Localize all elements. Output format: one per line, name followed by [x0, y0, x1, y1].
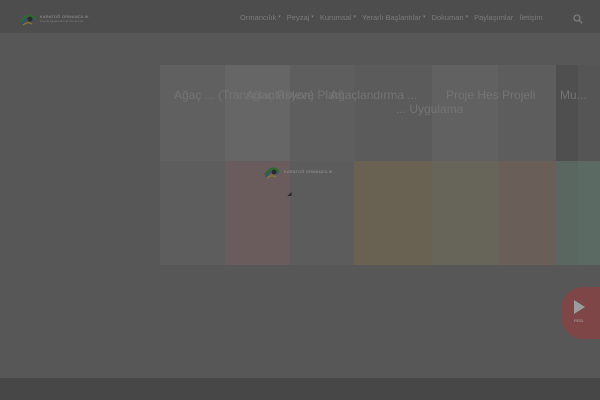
panel-image-bottom	[556, 161, 578, 265]
gallery-title-4: ... Uygulama	[396, 102, 464, 116]
main-nav: Ormancılık ▾ Peyzaj ▾ Kurumsal ▾ Yerarlı Ba…	[240, 11, 549, 23]
nav-item-kurumsal[interactable]: Kurumsal ▾	[320, 13, 356, 22]
caret-down-icon: ▾	[465, 14, 469, 20]
hero-brand-name: KARATOĞ ORMANCILIK	[284, 169, 333, 174]
project-gallery: Ağaç ... (Transplantasyon) Ağaç Röleve P…	[160, 65, 600, 265]
nav-label: Peyzaj	[286, 12, 310, 22]
caret-down-icon: ▾	[311, 14, 314, 20]
panel-image-bottom	[354, 161, 432, 265]
play-label: REEL	[574, 318, 585, 323]
panel-image-bottom	[498, 161, 556, 265]
nav-item-dokuman[interactable]: Dokuman ▾	[431, 13, 468, 22]
caret-down-icon: ▾	[278, 14, 281, 20]
play-icon	[574, 300, 585, 314]
nav-label: Paylaşımlar	[474, 12, 514, 22]
site-header: KARATOĞ ORMANCILIK Peyzaj Ağaçlandırma O…	[0, 0, 600, 33]
nav-label: Kurumsal	[319, 12, 352, 22]
brand-tagline: Peyzaj Ağaçlandırma Ormancılık	[40, 19, 84, 23]
panel-image-top	[160, 65, 225, 161]
panel-image-bottom	[578, 161, 600, 265]
nav-item-baglantilar[interactable]: Yerarlı Başlantılar ▾	[362, 13, 425, 22]
nav-item-paylasimlar[interactable]: Paylaşımlar	[474, 13, 513, 22]
hero-logo: KARATOĞ ORMANCILIK	[263, 162, 337, 182]
logo-eye-icon	[263, 163, 281, 181]
panel-image-top	[290, 65, 354, 161]
play-reel-button[interactable]: REEL	[561, 287, 600, 339]
nav-label: Dokuman	[431, 12, 464, 22]
brand-logo[interactable]: KARATOĞ ORMANCILIK Peyzaj Ağaçlandırma O…	[19, 8, 91, 30]
logo-eye-icon	[19, 10, 37, 28]
nav-item-ormancilik[interactable]: Ormancılık ▾	[240, 13, 281, 22]
panel-image-bottom	[160, 161, 225, 265]
gallery-title-6: Mu...	[560, 88, 587, 102]
panel-image-top	[225, 65, 290, 161]
panel-image-bottom	[432, 161, 498, 265]
caret-down-icon: ▾	[353, 14, 357, 20]
nav-label: Ormancılık	[240, 12, 277, 22]
nav-item-iletisim[interactable]: İletişim	[519, 13, 542, 22]
footer-bar	[0, 378, 600, 400]
caret-down-icon: ▾	[422, 14, 426, 20]
nav-label: İletişim	[519, 12, 543, 22]
search-icon[interactable]	[573, 11, 583, 24]
nav-item-peyzaj[interactable]: Peyzaj ▾	[287, 13, 314, 22]
nav-label: Yerarlı Başlantılar	[362, 12, 421, 22]
